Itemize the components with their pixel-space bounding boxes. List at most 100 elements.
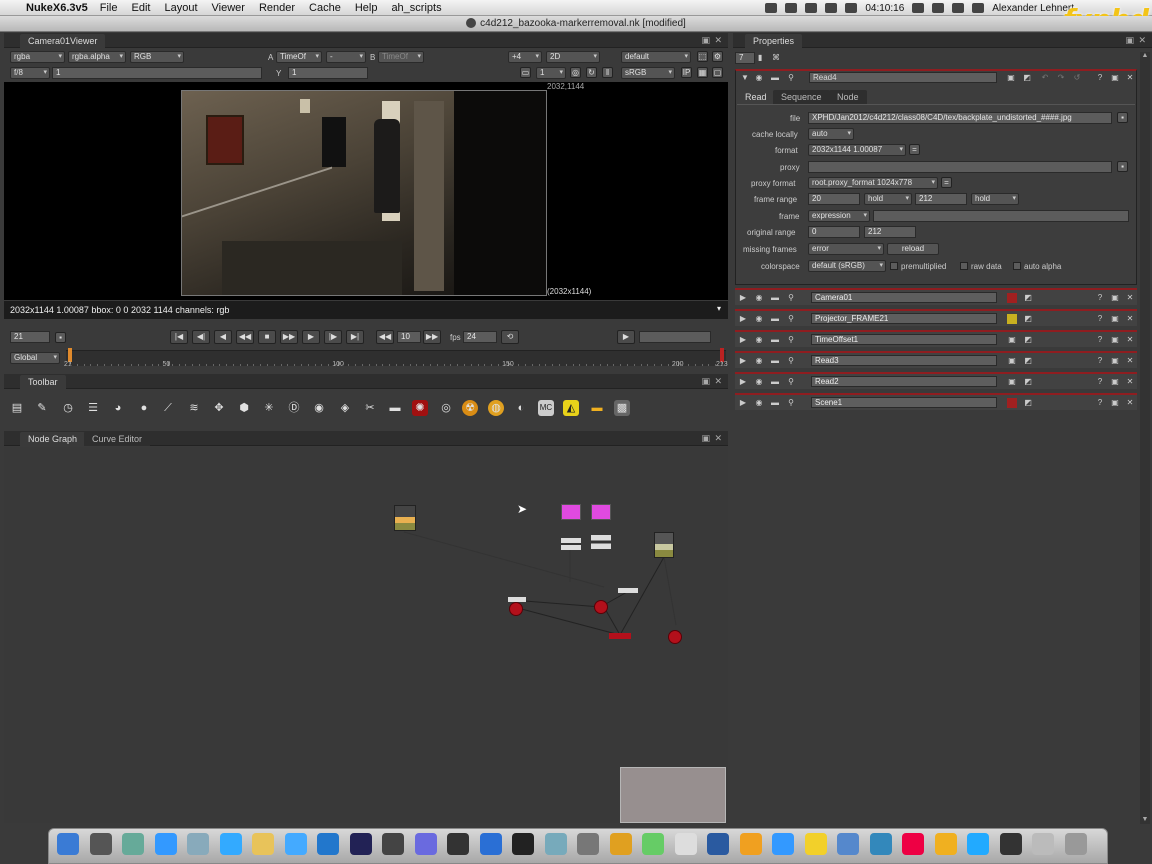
dock-itunes-icon[interactable] xyxy=(284,833,307,855)
time-tool-icon[interactable]: ◷ xyxy=(60,400,76,416)
app-menu[interactable]: NukeX6.3v5 xyxy=(26,2,88,14)
max-panels-field[interactable]: 7 xyxy=(735,52,755,64)
tray-icon[interactable] xyxy=(805,3,818,13)
skip-back-button[interactable]: ◀◀ xyxy=(376,330,394,344)
refresh-icon[interactable]: ↻ xyxy=(586,67,597,78)
clock[interactable]: 04:10:16 xyxy=(865,3,904,14)
expand-icon[interactable]: ▶ xyxy=(738,335,748,345)
dock-notes-icon[interactable] xyxy=(252,833,274,855)
playhead[interactable] xyxy=(68,348,72,362)
dock-nuke-icon[interactable] xyxy=(739,833,762,855)
gamma-field[interactable]: 1 xyxy=(288,67,368,79)
menu-edit[interactable]: Edit xyxy=(132,2,151,14)
edit-proxy-format-icon[interactable]: = xyxy=(941,177,952,188)
prev-keyframe-button[interactable]: ◀| xyxy=(192,330,210,344)
dock-audio-icon[interactable] xyxy=(902,833,924,855)
dock-screen-icon[interactable] xyxy=(999,833,1022,855)
dock-sys-icon[interactable] xyxy=(642,833,664,855)
node-name-field[interactable]: Camera01 xyxy=(811,292,997,303)
dock-aperture-icon[interactable] xyxy=(512,833,534,855)
close-icon[interactable]: ✕ xyxy=(1125,398,1135,408)
transform-node[interactable] xyxy=(561,538,581,550)
frame-range-dropdown[interactable]: Global xyxy=(10,352,60,364)
dock-search-icon[interactable] xyxy=(869,833,892,855)
render-node[interactable] xyxy=(609,633,631,639)
menu-layout[interactable]: Layout xyxy=(164,2,197,14)
dock-script-icon[interactable] xyxy=(577,833,599,855)
after-dropdown[interactable]: hold xyxy=(971,193,1019,205)
dock-app-store-icon[interactable] xyxy=(154,833,177,855)
edit-format-icon[interactable]: = xyxy=(909,144,920,155)
input-b-dropdown[interactable]: TimeOf xyxy=(378,51,424,63)
overlay-icon[interactable]: ▢ xyxy=(712,67,723,78)
region-icon[interactable]: ◎ xyxy=(570,67,581,78)
node-color-icon[interactable]: ◩ xyxy=(1023,377,1033,387)
view-node-icon[interactable]: ◉ xyxy=(754,398,764,408)
folder-icon[interactable]: ▪ xyxy=(1117,161,1128,172)
close-panel-icon[interactable]: ✕ xyxy=(1138,35,1146,46)
node-color-icon[interactable] xyxy=(1007,314,1017,324)
vortex-tool-icon[interactable]: ◍ xyxy=(488,400,504,416)
float-icon[interactable]: ▣ xyxy=(1110,398,1120,408)
settings-icon[interactable]: ⚙ xyxy=(712,51,723,62)
read-node-thumbnail[interactable] xyxy=(654,532,674,558)
node-panel-scene1[interactable]: ▶ ◉ ▬ ⚲ Scene1 ◩ ? ▣ ✕ xyxy=(735,393,1137,410)
tab-properties[interactable]: Properties xyxy=(745,34,803,48)
close-icon[interactable]: ✕ xyxy=(1125,293,1135,303)
bar-tool-icon[interactable]: ▬ xyxy=(589,400,605,416)
float-panel-icon[interactable]: ▣ xyxy=(1125,35,1134,46)
help-icon[interactable]: ? xyxy=(1095,398,1105,408)
node-name-field[interactable]: Scene1 xyxy=(811,397,997,408)
node-color-icon[interactable]: ◩ xyxy=(1023,293,1033,303)
furnace-tool-icon[interactable]: ✂ xyxy=(362,400,378,416)
node-color-icon[interactable]: ◩ xyxy=(1023,335,1033,345)
prev-frame-button[interactable]: ◀ xyxy=(214,330,232,344)
properties-scrollbar[interactable]: ▲ ▼ xyxy=(1140,52,1150,824)
float-node-icon[interactable]: ⚲ xyxy=(786,293,796,303)
draw-tool-icon[interactable]: ✎ xyxy=(34,400,50,416)
close-icon[interactable]: ✕ xyxy=(1125,73,1135,83)
play-backward-button[interactable]: ◀◀ xyxy=(236,330,254,344)
minimap[interactable] xyxy=(620,767,726,823)
dock-photo-icon[interactable] xyxy=(609,833,632,855)
center-node-icon[interactable]: ▬ xyxy=(770,377,780,387)
particles-tool-icon[interactable]: ✳ xyxy=(261,400,277,416)
channel-tool-icon[interactable]: ☰ xyxy=(85,400,101,416)
wifi-icon[interactable] xyxy=(952,3,965,13)
dock-duck-icon[interactable] xyxy=(804,833,827,855)
help-icon[interactable]: ? xyxy=(1095,335,1105,345)
node-color-icon[interactable]: ◩ xyxy=(1022,73,1032,83)
tray-icon[interactable] xyxy=(825,3,838,13)
spiral-tool-icon[interactable]: ◎ xyxy=(438,400,454,416)
before-dropdown[interactable]: hold xyxy=(864,193,912,205)
node-graph-canvas[interactable]: ➤ xyxy=(4,447,728,823)
fps-field[interactable]: 24 xyxy=(463,331,497,343)
orig-start-field[interactable]: 0 xyxy=(808,226,860,238)
premultiplied-checkbox[interactable] xyxy=(890,262,898,270)
tray-icon[interactable] xyxy=(845,3,858,13)
view-mode-dropdown[interactable]: 2D xyxy=(546,51,600,63)
user-name[interactable]: Alexander Lehnert xyxy=(992,3,1074,14)
node-color-icon[interactable]: ◩ xyxy=(1023,398,1033,408)
downrez-dropdown[interactable]: 1 xyxy=(536,67,566,79)
help-icon[interactable]: ? xyxy=(1095,314,1105,324)
cache-dropdown[interactable]: auto xyxy=(808,128,854,140)
tray-icon[interactable] xyxy=(785,3,798,13)
missing-frames-dropdown[interactable]: error xyxy=(808,243,884,255)
node-color-icon[interactable] xyxy=(1007,293,1017,303)
other-tool-icon[interactable]: ▬ xyxy=(387,400,403,416)
dock-pen-icon[interactable] xyxy=(382,833,404,855)
expand-icon[interactable]: ▶ xyxy=(738,377,748,387)
tab-camera01viewer[interactable]: Camera01Viewer xyxy=(20,34,106,48)
camera-node[interactable] xyxy=(561,504,581,520)
float-icon[interactable]: ▣ xyxy=(1110,73,1120,83)
increment-field[interactable]: 10 xyxy=(397,331,421,343)
float-icon[interactable]: ▣ xyxy=(1110,335,1120,345)
compare-operation-dropdown[interactable]: - xyxy=(326,51,366,63)
node-name-field[interactable]: Read2 xyxy=(811,376,997,387)
mc-tool-icon[interactable]: MC xyxy=(538,400,554,416)
stop-button[interactable]: ■ xyxy=(258,330,276,344)
expand-icon[interactable]: ▶ xyxy=(738,356,748,366)
viewer-lut-dropdown[interactable]: default xyxy=(621,51,691,63)
plugin-tool-icon[interactable]: ✺ xyxy=(412,400,428,416)
